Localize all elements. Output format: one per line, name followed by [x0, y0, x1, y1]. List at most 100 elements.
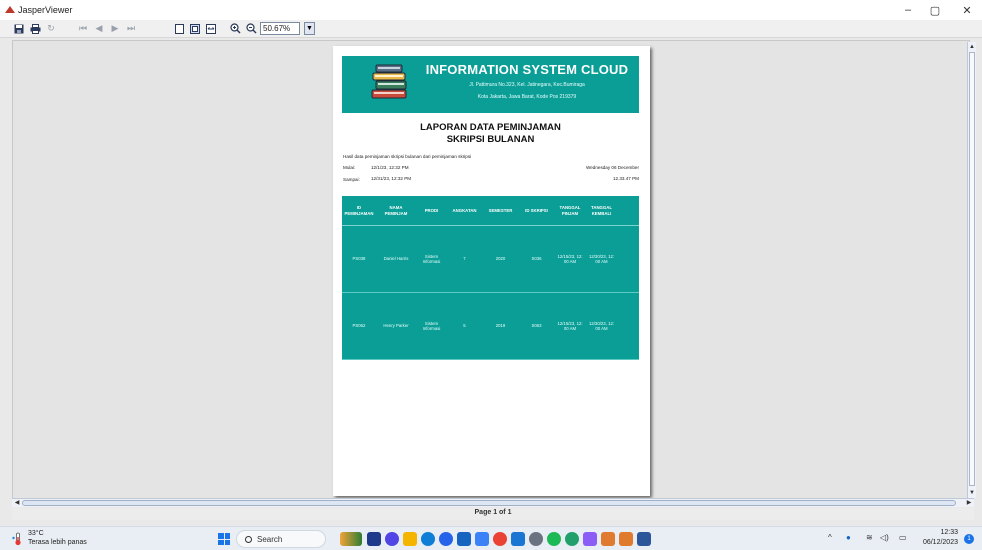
- books-icon: [371, 64, 407, 99]
- cell-nama: Daniel Harris: [383, 256, 409, 262]
- search-icon: [245, 535, 252, 543]
- store-icon[interactable]: [475, 532, 489, 546]
- actual-size-icon[interactable]: [172, 22, 186, 35]
- battery-icon[interactable]: ▭: [899, 533, 907, 542]
- steam-icon[interactable]: [529, 532, 543, 546]
- wifi-icon[interactable]: ≋: [866, 533, 873, 542]
- fit-width-icon[interactable]: [204, 22, 218, 35]
- cell-tanggal-kembali: 12/30/23, 12: 00 AM: [588, 253, 615, 265]
- previous-page-icon[interactable]: ◀: [92, 22, 106, 35]
- column-header: ID PEMINJAMAN: [344, 205, 374, 216]
- jasper-app-icon: [5, 6, 15, 14]
- zoom-out-icon[interactable]: [244, 22, 258, 35]
- loan-table: ID PEMINJAMAN NAMA PEMINJAM PRODI ANGKATAN…: [342, 196, 639, 360]
- scroll-down-icon[interactable]: ▼: [968, 488, 976, 498]
- app-icon-purple[interactable]: [583, 532, 597, 546]
- table-row: PS062 Henry Parker Sistem Informasi 5 201…: [342, 293, 639, 360]
- cell-angkatan: 7: [463, 256, 466, 262]
- scroll-right-icon[interactable]: ▶: [964, 499, 974, 508]
- viewer-toolbar: ↻ ⏮ ◀ ▶ ⏭ 50.67% ▼: [0, 20, 982, 38]
- cell-tanggal-pinjam: 12/15/23, 12: 00 AM: [557, 320, 583, 332]
- volume-icon[interactable]: ◁): [880, 533, 889, 542]
- report-page: INFORMATION SYSTEM CLOUD Jl. Pattimura N…: [333, 46, 650, 496]
- java-icon[interactable]: [601, 532, 615, 546]
- spotify-icon[interactable]: [547, 532, 561, 546]
- vertical-scrollbar[interactable]: ▲ ▼: [967, 42, 976, 498]
- column-header: TANGGAL PINJAM: [559, 205, 581, 216]
- cell-id-skripsi: S036: [531, 256, 542, 262]
- app-icon-green[interactable]: [565, 532, 579, 546]
- word-icon[interactable]: [637, 532, 651, 546]
- chrome-icon[interactable]: [493, 532, 507, 546]
- table-row: PS038 Daniel Harris Sistem Informasi 7 20…: [342, 226, 639, 293]
- column-header: PRODI: [424, 207, 439, 213]
- report-description: Hasil data peminjaman skripsi bulanan da…: [343, 154, 472, 159]
- fit-page-icon[interactable]: [188, 22, 202, 35]
- scroll-up-icon[interactable]: ▲: [968, 42, 976, 52]
- close-button[interactable]: ✕: [952, 0, 982, 20]
- cell-semester: 2019: [495, 323, 506, 329]
- horizontal-scrollbar[interactable]: ◀ ▶: [12, 498, 974, 507]
- cell-tanggal-kembali: 12/30/23, 12: 00 AM: [588, 320, 615, 332]
- organization-name: INFORMATION SYSTEM CLOUD: [425, 62, 629, 77]
- cell-prodi: Sistem Informasi: [422, 320, 441, 332]
- save-icon[interactable]: [12, 22, 26, 35]
- last-page-icon[interactable]: ⏭: [124, 22, 138, 35]
- weather-description[interactable]: Terasa lebih panas: [28, 539, 87, 546]
- chat-icon[interactable]: [385, 532, 399, 546]
- cell-tanggal-pinjam: 12/15/23, 12: 00 AM: [557, 253, 583, 265]
- minimize-button[interactable]: –: [893, 0, 923, 20]
- taskbar-search[interactable]: Search: [236, 530, 326, 548]
- widgets-icon[interactable]: [340, 532, 362, 546]
- file-explorer-icon[interactable]: [403, 532, 417, 546]
- column-header: ANGKATAN: [452, 207, 477, 213]
- zoom-in-icon[interactable]: [228, 22, 242, 35]
- cell-nama: Henry Parker: [383, 323, 409, 329]
- reload-icon[interactable]: ↻: [44, 22, 58, 35]
- print-date: Wednesday 06 December: [585, 165, 639, 170]
- print-time: 12.33.47 PM: [612, 176, 639, 181]
- column-header: NAMA PEMINJAM: [384, 205, 408, 216]
- tray-app-icon[interactable]: ●: [846, 533, 851, 542]
- mulai-value: 12/1/23, 12:32 PM: [371, 165, 409, 170]
- java-icon-2[interactable]: [619, 532, 633, 546]
- windows-taskbar: 33°C Terasa lebih panas Search ^ ● ≋ ◁) …: [0, 526, 982, 550]
- column-header: ID SKRIPSI: [525, 207, 548, 213]
- address-line-2: Kota Jakarta, Jawa Barat, Kode Pos 21937…: [477, 94, 577, 100]
- cell-id: PS038: [352, 256, 366, 262]
- thermometer-icon[interactable]: [12, 532, 24, 546]
- maximize-button[interactable]: ▢: [920, 0, 950, 20]
- report-title: LAPORAN DATA PEMINJAMAN SKRIPSI BULANAN: [342, 122, 639, 146]
- cell-angkatan: 5: [463, 323, 466, 329]
- task-view-icon[interactable]: [367, 532, 381, 546]
- mulai-label: Mulai:: [343, 165, 356, 170]
- windows-start-icon[interactable]: [218, 533, 230, 545]
- vertical-scroll-thumb[interactable]: [969, 52, 975, 486]
- zoom-input[interactable]: 50.67%: [260, 22, 300, 35]
- sampai-label: Sampai:: [343, 177, 360, 182]
- print-icon[interactable]: [28, 22, 42, 35]
- zoom-dropdown-icon[interactable]: ▼: [304, 22, 315, 35]
- weather-temperature[interactable]: 33°C: [28, 530, 44, 537]
- app-icon-blue[interactable]: [439, 532, 453, 546]
- title-bar: JasperViewer – ▢ ✕: [0, 0, 982, 20]
- app-icon-l[interactable]: [457, 532, 471, 546]
- edge-icon[interactable]: [421, 532, 435, 546]
- table-header: ID PEMINJAMAN NAMA PEMINJAM PRODI ANGKATAN…: [342, 196, 639, 226]
- address-line-1: Jl. Pattimura No.323, Kel. Jatinegara, K…: [469, 82, 585, 88]
- clock-date[interactable]: 06/12/2023: [923, 539, 958, 546]
- clock-time[interactable]: 12:33: [940, 529, 958, 536]
- vscode-icon[interactable]: [511, 532, 525, 546]
- tray-chevron-icon[interactable]: ^: [828, 533, 832, 542]
- report-title-line-2: SKRIPSI BULANAN: [446, 134, 535, 145]
- next-page-icon[interactable]: ▶: [108, 22, 122, 35]
- scroll-left-icon[interactable]: ◀: [12, 499, 22, 508]
- cell-semester: 2020: [495, 256, 506, 262]
- first-page-icon[interactable]: ⏮: [76, 22, 90, 35]
- page-status-bar: Page 1 of 1: [12, 508, 974, 520]
- horizontal-scroll-thumb[interactable]: [22, 500, 956, 506]
- notification-badge[interactable]: 1: [964, 534, 974, 544]
- sampai-value: 12/31/23, 12:32 PM: [371, 176, 412, 181]
- page-indicator: Page 1 of 1: [474, 509, 512, 516]
- report-header-banner: INFORMATION SYSTEM CLOUD Jl. Pattimura N…: [342, 56, 639, 113]
